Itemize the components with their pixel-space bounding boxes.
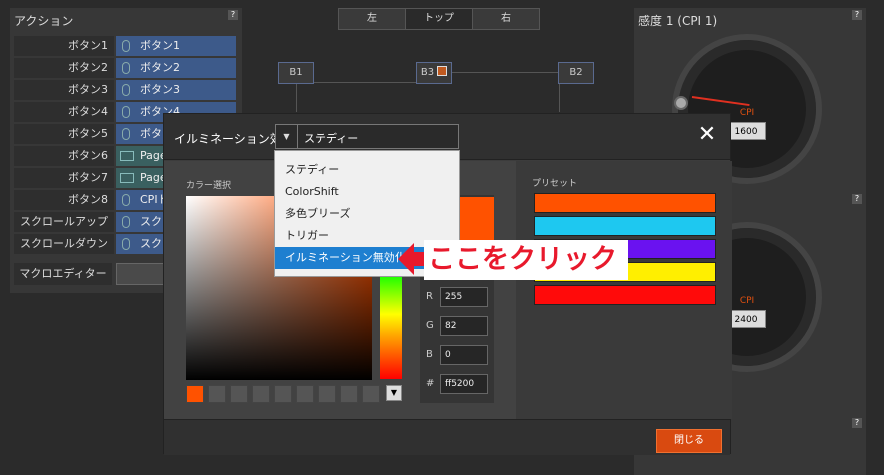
chevron-down-icon[interactable]: ▼	[276, 125, 298, 148]
red-row: R 255	[426, 287, 490, 309]
button-b2[interactable]: B2	[558, 62, 594, 84]
tab-top-view[interactable]: トップ	[405, 8, 473, 30]
help-icon[interactable]: ?	[228, 10, 238, 20]
action-label: ボタン4	[14, 102, 114, 122]
keyboard-icon	[120, 173, 134, 183]
select-value: ステディー	[304, 132, 359, 145]
action-row[interactable]: ボタン2 ボタン2	[14, 58, 240, 78]
tab-right-view[interactable]: 右	[472, 8, 540, 30]
mouse-icon	[122, 84, 130, 96]
hex-label: #	[426, 378, 435, 389]
dialog-footer: 閉じる	[164, 419, 730, 455]
dropdown-item[interactable]: 多色ブリーズ	[275, 203, 459, 225]
color-select-title: カラー選択	[186, 181, 232, 191]
help-icon[interactable]: ?	[852, 10, 862, 20]
red-label: R	[426, 291, 433, 302]
mouse-icon	[122, 40, 130, 52]
color-swatch[interactable]	[208, 385, 226, 403]
color-swatch[interactable]	[186, 385, 204, 403]
gauge-value[interactable]: 1600	[726, 122, 766, 140]
button-b3[interactable]: B3	[416, 62, 452, 84]
mouse-icon	[122, 216, 130, 228]
green-input[interactable]: 82	[440, 316, 488, 336]
annotation-label: ここをクリック	[424, 240, 628, 280]
b3-color-icon	[437, 66, 448, 76]
blue-label: B	[426, 349, 433, 360]
action-label: ボタン1	[14, 36, 114, 56]
swatch-dropdown-icon[interactable]: ▼	[386, 385, 402, 401]
action-label: ボタン5	[14, 124, 114, 144]
dropdown-item[interactable]: ステディー	[275, 159, 459, 181]
close-button[interactable]: 閉じる	[656, 429, 722, 453]
gauge-needle	[691, 96, 750, 107]
help-icon[interactable]: ?	[852, 194, 862, 204]
action-value[interactable]: ボタン2	[116, 58, 236, 78]
color-swatch[interactable]	[252, 385, 270, 403]
actions-title: アクション	[14, 14, 74, 28]
preset-color[interactable]	[534, 216, 716, 236]
action-label: ボタン8	[14, 190, 114, 210]
dropdown-item[interactable]: ColorShift	[275, 181, 459, 203]
mouse-icon	[122, 238, 130, 250]
blue-row: B 0	[426, 345, 490, 367]
action-label: ボタン2	[14, 58, 114, 78]
color-swatch[interactable]	[340, 385, 358, 403]
connector-line	[450, 72, 560, 112]
mouse-icon	[122, 62, 130, 74]
mouse-icon	[122, 106, 130, 118]
action-label: スクロールダウン	[14, 234, 114, 254]
cpi-icon	[122, 194, 130, 206]
red-input[interactable]: 255	[440, 287, 488, 307]
hue-slider[interactable]	[380, 271, 402, 379]
gauge-value[interactable]: 2400	[726, 310, 766, 328]
action-value[interactable]: ボタン3	[116, 80, 236, 100]
action-label: ボタン6	[14, 146, 114, 166]
keyboard-icon	[120, 151, 134, 161]
gauge-knob[interactable]	[674, 96, 688, 110]
hex-input[interactable]: ff5200	[440, 374, 488, 394]
color-swatch[interactable]	[230, 385, 248, 403]
connector-line	[296, 82, 436, 112]
button-b1[interactable]: B1	[278, 62, 314, 84]
action-value[interactable]: ボタン1	[116, 36, 236, 56]
close-x-icon[interactable]: ✕	[696, 124, 718, 146]
mouse-icon	[122, 128, 130, 140]
color-swatch[interactable]	[296, 385, 314, 403]
action-label: ボタン3	[14, 80, 114, 100]
action-label: スクロールアップ	[14, 212, 114, 232]
macro-editor-label: マクロエディター	[14, 263, 112, 285]
hex-row: # ff5200	[426, 374, 490, 396]
preset-color[interactable]	[534, 285, 716, 305]
illumination-effect-select[interactable]: ▼ ステディー	[275, 124, 459, 149]
preset-color[interactable]	[534, 193, 716, 213]
action-row[interactable]: ボタン1 ボタン1	[14, 36, 240, 56]
color-swatch[interactable]	[274, 385, 292, 403]
sensitivity-title: 感度 1 (CPI 1)	[638, 14, 718, 28]
color-swatch[interactable]	[362, 385, 380, 403]
action-row[interactable]: ボタン3 ボタン3	[14, 80, 240, 100]
green-row: G 82	[426, 316, 490, 338]
help-icon[interactable]: ?	[852, 418, 862, 428]
color-swatch[interactable]	[318, 385, 336, 403]
preset-section: プリセット	[518, 161, 732, 419]
tab-left-view[interactable]: 左	[338, 8, 406, 30]
preset-title: プリセット	[532, 179, 578, 189]
action-label: ボタン7	[14, 168, 114, 188]
green-label: G	[426, 320, 434, 331]
blue-input[interactable]: 0	[440, 345, 488, 365]
